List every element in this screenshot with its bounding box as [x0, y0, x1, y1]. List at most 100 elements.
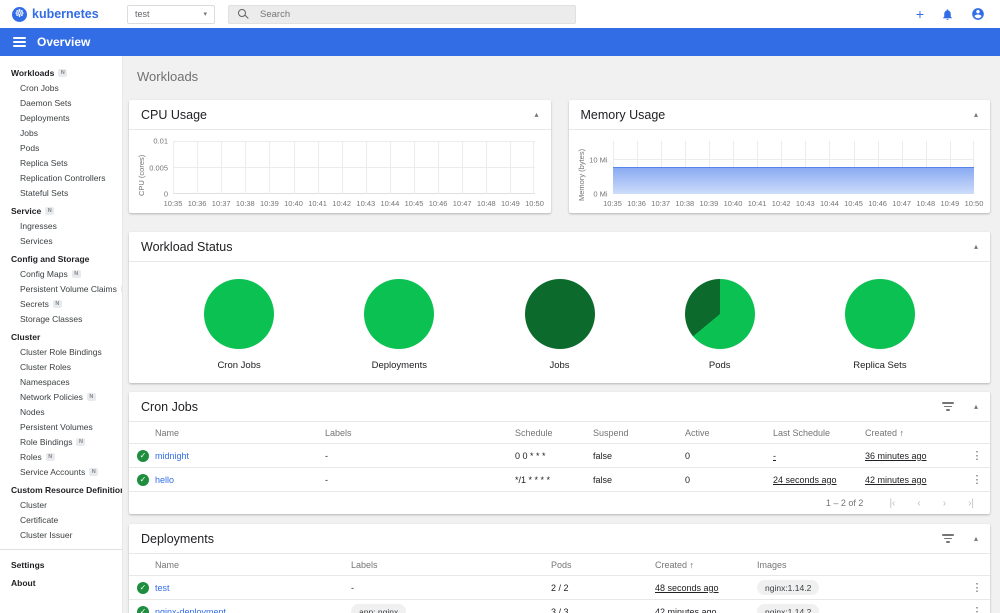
search-bar[interactable] — [228, 4, 576, 24]
sidebar-item-label: Roles — [20, 451, 42, 462]
x-tick-label: 10:38 — [675, 199, 695, 208]
col-labels[interactable]: Labels — [325, 428, 515, 438]
x-tick-label: 10:47 — [452, 199, 472, 208]
sidebar-item-stateful-sets[interactable]: Stateful Sets — [0, 185, 122, 200]
row-menu-button[interactable]: ⋮ — [964, 581, 990, 594]
sidebar-item-settings[interactable]: Settings — [0, 556, 122, 574]
next-page-button[interactable]: › — [943, 498, 946, 509]
sidebar-section-workloads[interactable]: Workloads N — [0, 65, 122, 80]
kubernetes-logo[interactable]: ☸ kubernetes — [12, 6, 115, 22]
sidebar-item-roles[interactable]: Roles N — [0, 449, 122, 464]
col-last-schedule[interactable]: Last Schedule — [773, 428, 865, 438]
col-active[interactable]: Active — [685, 428, 773, 438]
sidebar-section-custom-resource-definitions[interactable]: Custom Resource Definitions — [0, 482, 122, 497]
image-chip: nginx:1.14.2 — [757, 580, 820, 595]
sidebar-item-storage-classes[interactable]: Storage Classes — [0, 311, 122, 326]
cell-value: false — [593, 450, 613, 461]
memory-usage-title: Memory Usage — [580, 107, 666, 122]
col-name[interactable]: Name — [155, 428, 325, 438]
sidebar-item-services[interactable]: Services — [0, 233, 122, 248]
resource-link-test[interactable]: test — [155, 583, 170, 593]
create-resource-button[interactable]: + — [916, 7, 924, 21]
filter-icon[interactable] — [941, 534, 954, 543]
x-tick-label: 10:44 — [820, 199, 839, 208]
col-name[interactable]: Name — [155, 560, 351, 570]
sidebar-item-cluster-issuer[interactable]: Cluster Issuer — [0, 527, 122, 542]
sidebar-item-nodes[interactable]: Nodes — [0, 404, 122, 419]
memory-plot-area: 0 Mi 10 Mi 10:35 10:36 10:37 10:38 10:39 10:40… — [587, 141, 983, 209]
search-input[interactable] — [258, 7, 566, 21]
sidebar-section-config-and-storage[interactable]: Config and Storage — [0, 251, 122, 266]
first-page-button[interactable]: |‹ — [889, 498, 895, 509]
x-tick-label: 10:45 — [404, 199, 424, 208]
col-suspend[interactable]: Suspend — [593, 428, 685, 438]
sidebar-item-persistent-volume-claims[interactable]: Persistent Volume ClaimsN — [0, 281, 122, 296]
col-created[interactable]: Created ↑ — [865, 428, 964, 438]
collapse-icon[interactable]: ▴ — [974, 110, 978, 119]
sidebar-item-service-accounts[interactable]: Service Accounts N — [0, 464, 122, 479]
memory-usage-header: Memory Usage ▴ — [568, 100, 990, 130]
account-button[interactable] — [971, 7, 985, 21]
sidebar-section-cluster[interactable]: Cluster — [0, 329, 122, 344]
table-header-row: Name Labels Schedule Suspend Active Last Sche… — [129, 422, 990, 443]
row-menu-button[interactable]: ⋮ — [964, 473, 990, 486]
sidebar-item-about[interactable]: About — [0, 574, 122, 592]
deployments-table: Name Labels Pods Created ↑ Images ✓ test - 2 / 2… — [129, 554, 990, 613]
status-ok-icon: ✓ — [137, 605, 149, 613]
row-menu-button[interactable]: ⋮ — [964, 605, 990, 613]
resource-link-hello[interactable]: hello — [155, 475, 174, 485]
sidebar-item-certificate[interactable]: Certificate — [0, 512, 122, 527]
col-pods[interactable]: Pods — [551, 560, 655, 570]
sidebar-item-cron-jobs[interactable]: Cron Jobs — [0, 80, 122, 95]
collapse-icon[interactable]: ▴ — [974, 242, 978, 251]
notifications-button[interactable] — [941, 8, 954, 21]
status-cell: ✓ — [129, 473, 155, 486]
breadcrumb-bar: Overview — [0, 28, 1000, 56]
sidebar-item-role-bindings[interactable]: Role Bindings N — [0, 434, 122, 449]
sidebar-item-cluster[interactable]: Cluster — [0, 497, 122, 512]
previous-page-button[interactable]: ‹ — [917, 498, 920, 509]
sidebar-item-pods[interactable]: Pods — [0, 140, 122, 155]
sidebar-item-label: Namespaces — [20, 376, 70, 387]
collapse-icon[interactable]: ▴ — [534, 110, 538, 119]
col-created[interactable]: Created ↑ — [655, 560, 757, 570]
sidebar-item-ingresses[interactable]: Ingresses — [0, 218, 122, 233]
sidebar-item-namespaces[interactable]: Namespaces — [0, 374, 122, 389]
x-gridline — [293, 141, 295, 194]
pie-label: Cron Jobs — [217, 360, 261, 371]
sidebar-item-network-policies[interactable]: Network Policies N — [0, 389, 122, 404]
col-schedule[interactable]: Schedule — [515, 428, 593, 438]
cell-value: 42 minutes ago — [865, 474, 927, 485]
sidebar-item-daemon-sets[interactable]: Daemon Sets — [0, 95, 122, 110]
row-menu-button[interactable]: ⋮ — [964, 449, 990, 462]
last-page-button[interactable]: ›| — [968, 498, 974, 509]
collapse-icon[interactable]: ▴ — [974, 402, 978, 411]
sidebar-item-secrets[interactable]: Secrets N — [0, 296, 122, 311]
collapse-icon[interactable]: ▴ — [974, 534, 978, 543]
sidebar-item-cluster-roles[interactable]: Cluster Roles — [0, 359, 122, 374]
sidebar-item-replication-controllers[interactable]: Replication Controllers — [0, 170, 122, 185]
status-cell: ✓ — [129, 605, 155, 613]
col-labels[interactable]: Labels — [351, 560, 551, 570]
cron-jobs-pagination: 1 – 2 of 2 |‹ ‹ › ›| — [129, 491, 990, 514]
resource-link-midnight[interactable]: midnight — [155, 451, 189, 461]
menu-icon[interactable] — [13, 36, 26, 48]
sidebar-item-label: Certificate — [20, 514, 59, 525]
x-tick-label: 10:39 — [260, 199, 279, 208]
workload-pie-pods: Pods — [640, 279, 800, 371]
sidebar-item-persistent-volumes[interactable]: Persistent Volumes — [0, 419, 122, 434]
sidebar-section-service[interactable]: Service N — [0, 203, 122, 218]
cron-jobs-title: Cron Jobs — [141, 399, 198, 414]
resource-link-nginx-deployment[interactable]: nginx-deployment — [155, 607, 226, 613]
sidebar-item-cluster-role-bindings[interactable]: Cluster Role Bindings — [0, 344, 122, 359]
sidebar-item-replica-sets[interactable]: Replica Sets — [0, 155, 122, 170]
sidebar-item-deployments[interactable]: Deployments — [0, 110, 122, 125]
sidebar-item-jobs[interactable]: Jobs — [0, 125, 122, 140]
sidebar-item-label: Secrets — [20, 298, 49, 309]
col-images[interactable]: Images — [757, 560, 964, 570]
filter-icon[interactable] — [941, 402, 954, 411]
x-tick-label: 10:43 — [356, 199, 376, 208]
namespace-selector[interactable]: test ▾ — [127, 4, 215, 24]
sidebar-item-config-maps[interactable]: Config Maps N — [0, 266, 122, 281]
cpu-plot-area: 0 0.005 0.01 10:35 10:36 10:37 10:38 10:39 10:4… — [147, 137, 544, 209]
